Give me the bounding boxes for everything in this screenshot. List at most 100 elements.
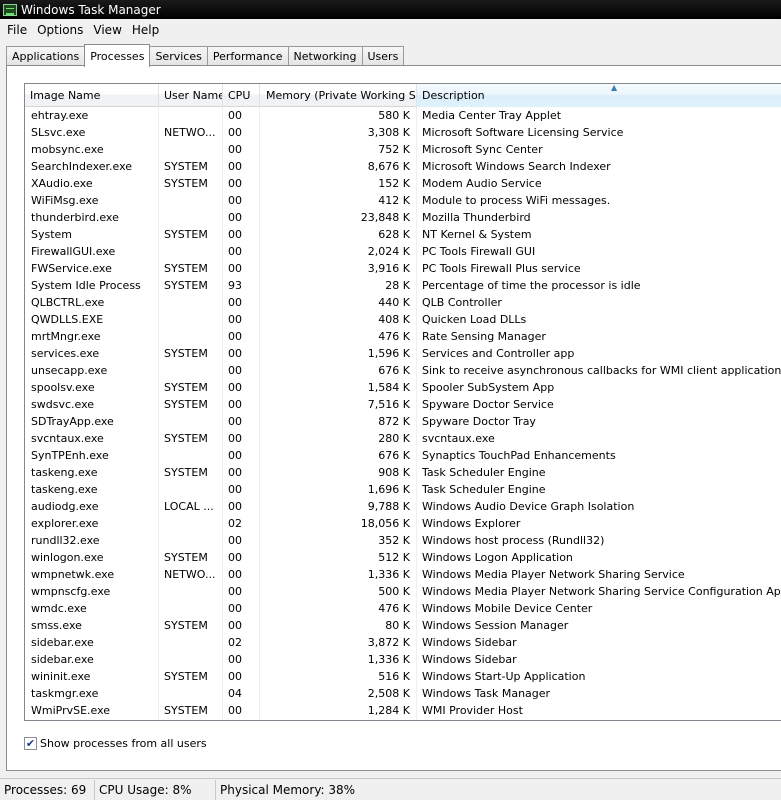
process-row[interactable]: taskmgr.exe 04 2,508 K Windows Task Manager: [25, 685, 781, 702]
process-memory: 512 K: [378, 551, 410, 564]
process-row[interactable]: spoolsv.exe SYSTEM 00 1,584 K Spooler SubSys…: [25, 379, 781, 396]
tab-networking[interactable]: Networking: [287, 46, 363, 66]
column-header-memory[interactable]: Memory (Private Working Set): [260, 84, 417, 107]
process-row[interactable]: swdsvc.exe SYSTEM 00 7,516 K Spyware Doctor …: [25, 396, 781, 413]
process-description: Spyware Doctor Service: [422, 398, 554, 411]
process-row[interactable]: wmdc.exe 00 476 K Windows Mobile Device Cen…: [25, 600, 781, 617]
process-row[interactable]: QLBCTRL.exe 00 440 K QLB Controller: [25, 294, 781, 311]
process-user-name: SYSTEM: [164, 670, 208, 683]
process-row[interactable]: XAudio.exe SYSTEM 00 152 K Modem Audio Servi…: [25, 175, 781, 192]
column-header-user-name[interactable]: User Name: [159, 84, 223, 107]
menu-view[interactable]: View: [88, 23, 126, 37]
status-processes: Processes: 69: [0, 779, 95, 800]
process-row[interactable]: WiFiMsg.exe 00 412 K Module to process WiFi…: [25, 192, 781, 209]
process-row[interactable]: wininit.exe SYSTEM 00 516 K Windows Start-Up…: [25, 668, 781, 685]
process-description: Windows Sidebar: [422, 653, 517, 666]
process-row[interactable]: WmiPrvSE.exe SYSTEM 00 1,284 K WMI Provider …: [25, 702, 781, 719]
process-row[interactable]: System Idle Process SYSTEM 93 28 K Percentag…: [25, 277, 781, 294]
process-row[interactable]: QWDLLS.EXE 00 408 K Quicken Load DLLs: [25, 311, 781, 328]
process-user-name: [164, 532, 222, 549]
process-row[interactable]: SDTrayApp.exe 00 872 K Spyware Doctor Tray: [25, 413, 781, 430]
process-row[interactable]: wmpnetwk.exe NETWO... 00 1,336 K Windows Med…: [25, 566, 781, 583]
menu-help[interactable]: Help: [127, 23, 164, 37]
process-memory: 516 K: [378, 670, 410, 683]
process-description: Microsoft Windows Search Indexer: [422, 160, 611, 173]
process-memory: 8,676 K: [367, 160, 410, 173]
process-cpu: 00: [228, 143, 242, 156]
status-cpu-usage: CPU Usage: 8%: [95, 779, 216, 800]
tab-performance[interactable]: Performance: [206, 46, 289, 66]
process-cpu: 02: [228, 636, 242, 649]
process-image-name: taskmgr.exe: [31, 687, 99, 700]
process-cpu: 00: [228, 109, 242, 122]
process-image-name: System: [31, 228, 73, 241]
show-all-users-option[interactable]: ✔ Show processes from all users: [24, 735, 207, 751]
process-memory: 1,696 K: [367, 483, 410, 496]
process-description: Module to process WiFi messages.: [422, 194, 611, 207]
process-description: Windows Session Manager: [422, 619, 569, 632]
process-cpu: 00: [228, 670, 242, 683]
process-description: Windows Sidebar: [422, 636, 517, 649]
process-row[interactable]: wmpnscfg.exe 00 500 K Windows Media Player …: [25, 583, 781, 600]
process-image-name: wmdc.exe: [31, 602, 87, 615]
process-row[interactable]: explorer.exe 02 18,056 K Windows Explorer: [25, 515, 781, 532]
process-row[interactable]: FWService.exe SYSTEM 00 3,916 K PC Tools Fir…: [25, 260, 781, 277]
process-description: PC Tools Firewall Plus service: [422, 262, 581, 275]
process-row[interactable]: unsecapp.exe 00 676 K Sink to receive async…: [25, 362, 781, 379]
process-user-name: [164, 413, 222, 430]
title-bar[interactable]: Windows Task Manager: [0, 0, 781, 19]
process-row[interactable]: SLsvc.exe NETWO... 00 3,308 K Microsoft Soft…: [25, 124, 781, 141]
process-row[interactable]: svcntaux.exe SYSTEM 00 280 K svcntaux.exe: [25, 430, 781, 447]
process-row[interactable]: thunderbird.exe 00 23,848 K Mozilla Thunder…: [25, 209, 781, 226]
process-row[interactable]: winlogon.exe SYSTEM 00 512 K Windows Logon A…: [25, 549, 781, 566]
column-header-image-name[interactable]: Image Name: [25, 84, 159, 107]
column-header-description[interactable]: Description ▲: [417, 84, 781, 107]
process-cpu: 00: [228, 381, 242, 394]
process-image-name: wininit.exe: [31, 670, 91, 683]
tab-processes[interactable]: Processes: [84, 44, 151, 67]
process-image-name: svcntaux.exe: [31, 432, 104, 445]
process-user-name: [164, 107, 222, 124]
process-row[interactable]: mobsync.exe 00 752 K Microsoft Sync Center: [25, 141, 781, 158]
process-row[interactable]: mrtMngr.exe 00 476 K Rate Sensing Manager: [25, 328, 781, 345]
column-header-cpu[interactable]: CPU: [223, 84, 260, 107]
process-description: Windows Media Player Network Sharing Ser…: [422, 568, 685, 581]
process-description: Rate Sensing Manager: [422, 330, 546, 343]
process-list[interactable]: Image Name User Name CPU Memory (Private…: [24, 83, 781, 721]
process-row[interactable]: services.exe SYSTEM 00 1,596 K Services and …: [25, 345, 781, 362]
sort-ascending-icon: ▲: [611, 84, 618, 92]
process-description: Windows Task Manager: [422, 687, 551, 700]
process-row[interactable]: taskeng.exe 00 1,696 K Task Scheduler Engin…: [25, 481, 781, 498]
menu-bar: File Options View Help: [0, 19, 781, 41]
process-row[interactable]: smss.exe SYSTEM 00 80 K Windows Session Mana…: [25, 617, 781, 634]
process-user-name: [164, 685, 222, 702]
process-user-name: [164, 209, 222, 226]
process-row[interactable]: taskeng.exe SYSTEM 00 908 K Task Scheduler E…: [25, 464, 781, 481]
tab-users[interactable]: Users: [361, 46, 405, 66]
process-cpu: 00: [228, 415, 242, 428]
tab-services[interactable]: Services: [149, 46, 208, 66]
process-row[interactable]: rundll32.exe 00 352 K Windows host process …: [25, 532, 781, 549]
show-all-users-checkbox[interactable]: ✔: [24, 736, 37, 750]
process-row[interactable]: FirewallGUI.exe 00 2,024 K PC Tools Firewal…: [25, 243, 781, 260]
process-row[interactable]: ehtray.exe 00 580 K Media Center Tray Apple…: [25, 107, 781, 124]
process-cpu: 02: [228, 517, 242, 530]
menu-file[interactable]: File: [2, 23, 32, 37]
process-row[interactable]: SynTPEnh.exe 00 676 K Synaptics TouchPad En…: [25, 447, 781, 464]
process-row[interactable]: sidebar.exe 00 1,336 K Windows Sidebar: [25, 651, 781, 668]
process-row[interactable]: SearchIndexer.exe SYSTEM 00 8,676 K Microsof…: [25, 158, 781, 175]
process-row[interactable]: sidebar.exe 02 3,872 K Windows Sidebar: [25, 634, 781, 651]
show-all-users-label[interactable]: Show processes from all users: [40, 737, 207, 750]
process-row[interactable]: audiodg.exe LOCAL ... 00 9,788 K Windows Aud…: [25, 498, 781, 515]
process-image-name: swdsvc.exe: [31, 398, 95, 411]
menu-options[interactable]: Options: [32, 23, 88, 37]
process-user-name: SYSTEM: [164, 347, 208, 360]
process-row[interactable]: System SYSTEM 00 628 K NT Kernel & System: [25, 226, 781, 243]
process-memory: 408 K: [378, 313, 410, 326]
process-cpu: 00: [228, 432, 242, 445]
process-cpu: 00: [228, 619, 242, 632]
process-cpu: 00: [228, 585, 242, 598]
process-user-name: SYSTEM: [164, 262, 208, 275]
process-memory: 476 K: [378, 602, 410, 615]
tab-applications[interactable]: Applications: [6, 46, 86, 66]
